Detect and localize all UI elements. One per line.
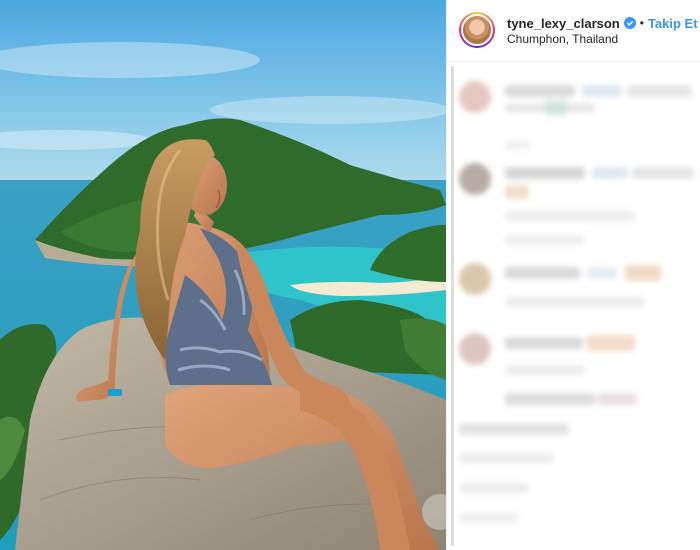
- comment-meta: [505, 365, 585, 375]
- post-photo[interactable]: [0, 0, 446, 550]
- comment-meta: [505, 141, 531, 149]
- comment-meta: [505, 235, 585, 245]
- comment-meta: [505, 211, 635, 221]
- comment-meta: [505, 297, 645, 307]
- comment-emoji: [625, 265, 661, 281]
- comment-avatar: [459, 81, 491, 113]
- comment-avatar: [459, 163, 491, 195]
- comment-emoji: [545, 101, 567, 115]
- comment-text: [627, 85, 692, 97]
- comment-text: [597, 393, 637, 405]
- comment-text: [592, 167, 628, 179]
- instagram-post: tyne_lexy_clarson • Takip Et Chumphon, T…: [0, 0, 700, 550]
- header-title-row: tyne_lexy_clarson • Takip Et: [507, 14, 698, 32]
- blurred-comments: [447, 63, 700, 550]
- comment-meta: [459, 483, 529, 493]
- comment-emoji: [587, 335, 635, 351]
- comment-text: [505, 393, 595, 405]
- follow-button[interactable]: Takip Et: [648, 16, 698, 31]
- post-sidebar: tyne_lexy_clarson • Takip Et Chumphon, T…: [446, 0, 700, 550]
- comment-text: [632, 167, 694, 179]
- comment-meta: [459, 453, 554, 463]
- comment-text: [505, 167, 585, 179]
- comment-text: [505, 337, 583, 349]
- avatar-image: [461, 14, 493, 46]
- comment-text: [582, 85, 622, 97]
- comment-text: [505, 267, 580, 279]
- comment-avatar: [459, 263, 491, 295]
- comments-list: [447, 63, 700, 550]
- separator-dot: •: [639, 16, 644, 30]
- comment-text: [459, 423, 569, 435]
- comment-meta: [459, 513, 519, 523]
- avatar[interactable]: [459, 12, 495, 48]
- location-link[interactable]: Chumphon, Thailand: [507, 32, 618, 46]
- comment-text: [587, 267, 617, 279]
- photo-illustration: [0, 0, 446, 550]
- verified-badge-icon: [623, 17, 636, 29]
- comment-avatar: [459, 333, 491, 365]
- post-header: tyne_lexy_clarson • Takip Et Chumphon, T…: [447, 0, 700, 62]
- comment-text: [505, 85, 575, 97]
- comment-emoji: [505, 185, 529, 199]
- username-link[interactable]: tyne_lexy_clarson: [507, 16, 620, 31]
